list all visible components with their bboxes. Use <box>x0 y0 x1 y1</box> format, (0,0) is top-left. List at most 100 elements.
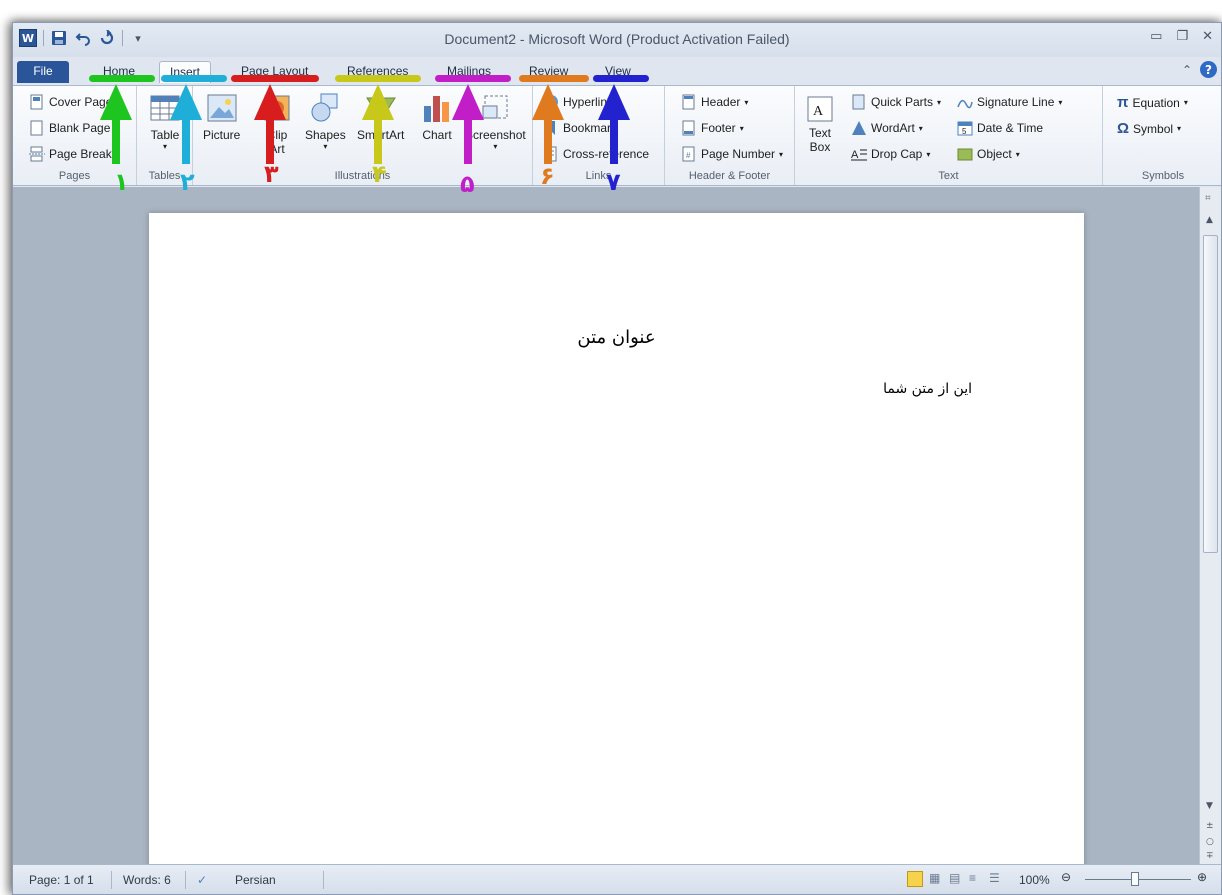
language[interactable]: Persian <box>235 873 276 887</box>
browse-object-icon[interactable]: ○ <box>1206 837 1214 847</box>
draft-icon[interactable]: ☰ <box>989 871 1000 885</box>
screenshot-button[interactable]: Screenshot ▾ <box>465 92 526 151</box>
annotation-number-2: ۲ <box>180 168 195 196</box>
highlight-review <box>519 75 589 82</box>
smartart-button[interactable]: SmartArt <box>357 92 404 142</box>
zoom-slider-thumb[interactable] <box>1131 872 1139 886</box>
page-number-button[interactable]: # Page Number ▾ <box>681 146 783 162</box>
document-workspace: عنوان متن این از متن شما <box>13 187 1201 873</box>
ruler-toggle-icon[interactable]: ⌗ <box>1205 193 1211 204</box>
window-controls: ▭ ❐ ✕ <box>1150 29 1213 44</box>
bookmark-button[interactable]: Bookmark <box>543 120 617 136</box>
document-page[interactable]: عنوان متن این از متن شما <box>149 213 1084 873</box>
page-break-icon <box>29 146 45 162</box>
hyperlink-button[interactable]: Hyperlink <box>543 94 613 110</box>
scroll-thumb[interactable] <box>1203 235 1218 553</box>
footer-icon <box>682 120 695 136</box>
footer-button[interactable]: Footer ▾ <box>681 120 744 136</box>
scroll-up-icon[interactable]: ▲ <box>1206 215 1213 225</box>
group-symbols: π Equation ▾ Ω Symbol ▾ Symbols <box>1103 86 1221 185</box>
status-separator <box>323 871 324 889</box>
cover-page-icon <box>30 94 43 110</box>
dropdown-icon: ▾ <box>323 142 328 151</box>
equation-label: Equation <box>1132 95 1180 110</box>
previous-page-icon[interactable]: ± <box>1206 821 1214 831</box>
group-illustrations: Picture Clip Art Shapes ▾ SmartArt Chart <box>193 86 533 185</box>
restore-icon[interactable]: ❐ <box>1176 29 1188 44</box>
bookmark-label: Bookmark <box>563 121 618 135</box>
shapes-label: Shapes <box>305 128 346 142</box>
dropdown-icon: ▾ <box>1183 98 1188 107</box>
cover-page-button[interactable]: Cover Page <box>29 94 112 110</box>
header-button[interactable]: Header ▾ <box>681 94 748 110</box>
quick-parts-icon <box>852 94 865 110</box>
table-button[interactable]: Table ▾ <box>149 92 181 151</box>
next-page-icon[interactable]: ∓ <box>1206 851 1214 861</box>
zoom-out-icon[interactable]: ⊖ <box>1061 870 1071 884</box>
date-time-button[interactable]: 5 Date & Time <box>957 120 1043 136</box>
drop-cap-button[interactable]: A Drop Cap ▾ <box>851 146 930 162</box>
quick-parts-button[interactable]: Quick Parts ▾ <box>851 94 941 110</box>
tab-file[interactable]: File <box>17 61 69 83</box>
cover-page-label: Cover Page <box>49 95 113 109</box>
full-screen-reading-icon[interactable]: ▦ <box>929 871 940 885</box>
drop-cap-label: Drop Cap <box>871 147 923 161</box>
zoom-in-icon[interactable]: ⊕ <box>1197 870 1207 884</box>
zoom-level[interactable]: 100% <box>1019 873 1050 887</box>
object-icon <box>957 148 973 161</box>
picture-button[interactable]: Picture <box>203 92 240 142</box>
clip-art-button[interactable]: Clip Art <box>261 92 293 156</box>
annotation-number-7: ۷ <box>606 168 621 196</box>
vertical-scrollbar[interactable]: ⌗ ▲ ▼ ± ○ ∓ <box>1199 187 1221 865</box>
minimize-ribbon-icon[interactable]: ⌃ <box>1182 63 1192 77</box>
footer-label: Footer <box>701 121 736 135</box>
annotation-number-6: ۶ <box>540 162 555 190</box>
quick-parts-label: Quick Parts <box>871 95 934 109</box>
group-label-header-footer: Header & Footer <box>688 170 771 182</box>
word-window: W ▾ Document2 - Microsoft Word (Product … <box>12 22 1222 895</box>
close-icon[interactable]: ✕ <box>1202 29 1213 44</box>
wordart-button[interactable]: WordArt ▾ <box>851 120 923 136</box>
shapes-button[interactable]: Shapes ▾ <box>305 92 346 151</box>
object-button[interactable]: Object ▾ <box>957 146 1020 162</box>
highlight-insert <box>161 75 227 82</box>
signature-line-button[interactable]: Signature Line ▾ <box>957 94 1062 110</box>
outline-icon[interactable]: ≡ <box>969 871 976 885</box>
print-layout-icon[interactable] <box>907 871 923 887</box>
page-number-icon: # <box>682 146 695 162</box>
svg-text:A: A <box>813 104 824 119</box>
blank-page-button[interactable]: Blank Page <box>29 120 110 136</box>
equation-button[interactable]: π Equation ▾ <box>1117 94 1188 111</box>
bookmark-icon <box>547 121 555 135</box>
dropdown-icon: ▾ <box>1058 97 1063 107</box>
minimize-icon[interactable]: ▭ <box>1150 29 1162 44</box>
help-icon[interactable]: ? <box>1200 61 1217 78</box>
page-break-button[interactable]: Page Break <box>29 146 112 162</box>
chart-button[interactable]: Chart <box>421 92 453 142</box>
text-box-button[interactable]: A Text Box <box>807 96 833 154</box>
dropdown-icon: ▾ <box>926 149 931 159</box>
dropdown-icon: ▾ <box>1015 149 1020 159</box>
wordart-icon <box>852 121 866 135</box>
document-body[interactable]: این از متن شما <box>883 381 972 397</box>
drop-cap-icon: A <box>851 149 867 161</box>
page-number-label: Page Number <box>701 147 776 161</box>
word-count[interactable]: Words: 6 <box>123 873 171 887</box>
svg-text:5: 5 <box>962 127 967 136</box>
page-count[interactable]: Page: 1 of 1 <box>29 873 94 887</box>
dropdown-icon: ▾ <box>1177 124 1182 133</box>
shapes-icon <box>311 93 338 122</box>
clip-art-label: Clip <box>266 128 288 142</box>
proofing-icon[interactable]: ✓ <box>197 873 207 887</box>
ribbon-controls: ⌃ ? <box>1182 61 1217 78</box>
symbol-button[interactable]: Ω Symbol ▾ <box>1117 120 1181 137</box>
dropdown-icon: ▾ <box>162 142 167 151</box>
symbol-label: Symbol <box>1133 121 1174 136</box>
chart-icon <box>424 96 449 122</box>
scroll-down-icon[interactable]: ▼ <box>1206 801 1213 811</box>
blank-page-label: Blank Page <box>49 121 111 135</box>
annotation-number-3: ۳ <box>264 160 279 188</box>
document-title[interactable]: عنوان متن <box>149 327 1084 348</box>
cross-reference-button[interactable]: Cross-reference <box>543 146 649 162</box>
web-layout-icon[interactable]: ▤ <box>949 871 960 885</box>
